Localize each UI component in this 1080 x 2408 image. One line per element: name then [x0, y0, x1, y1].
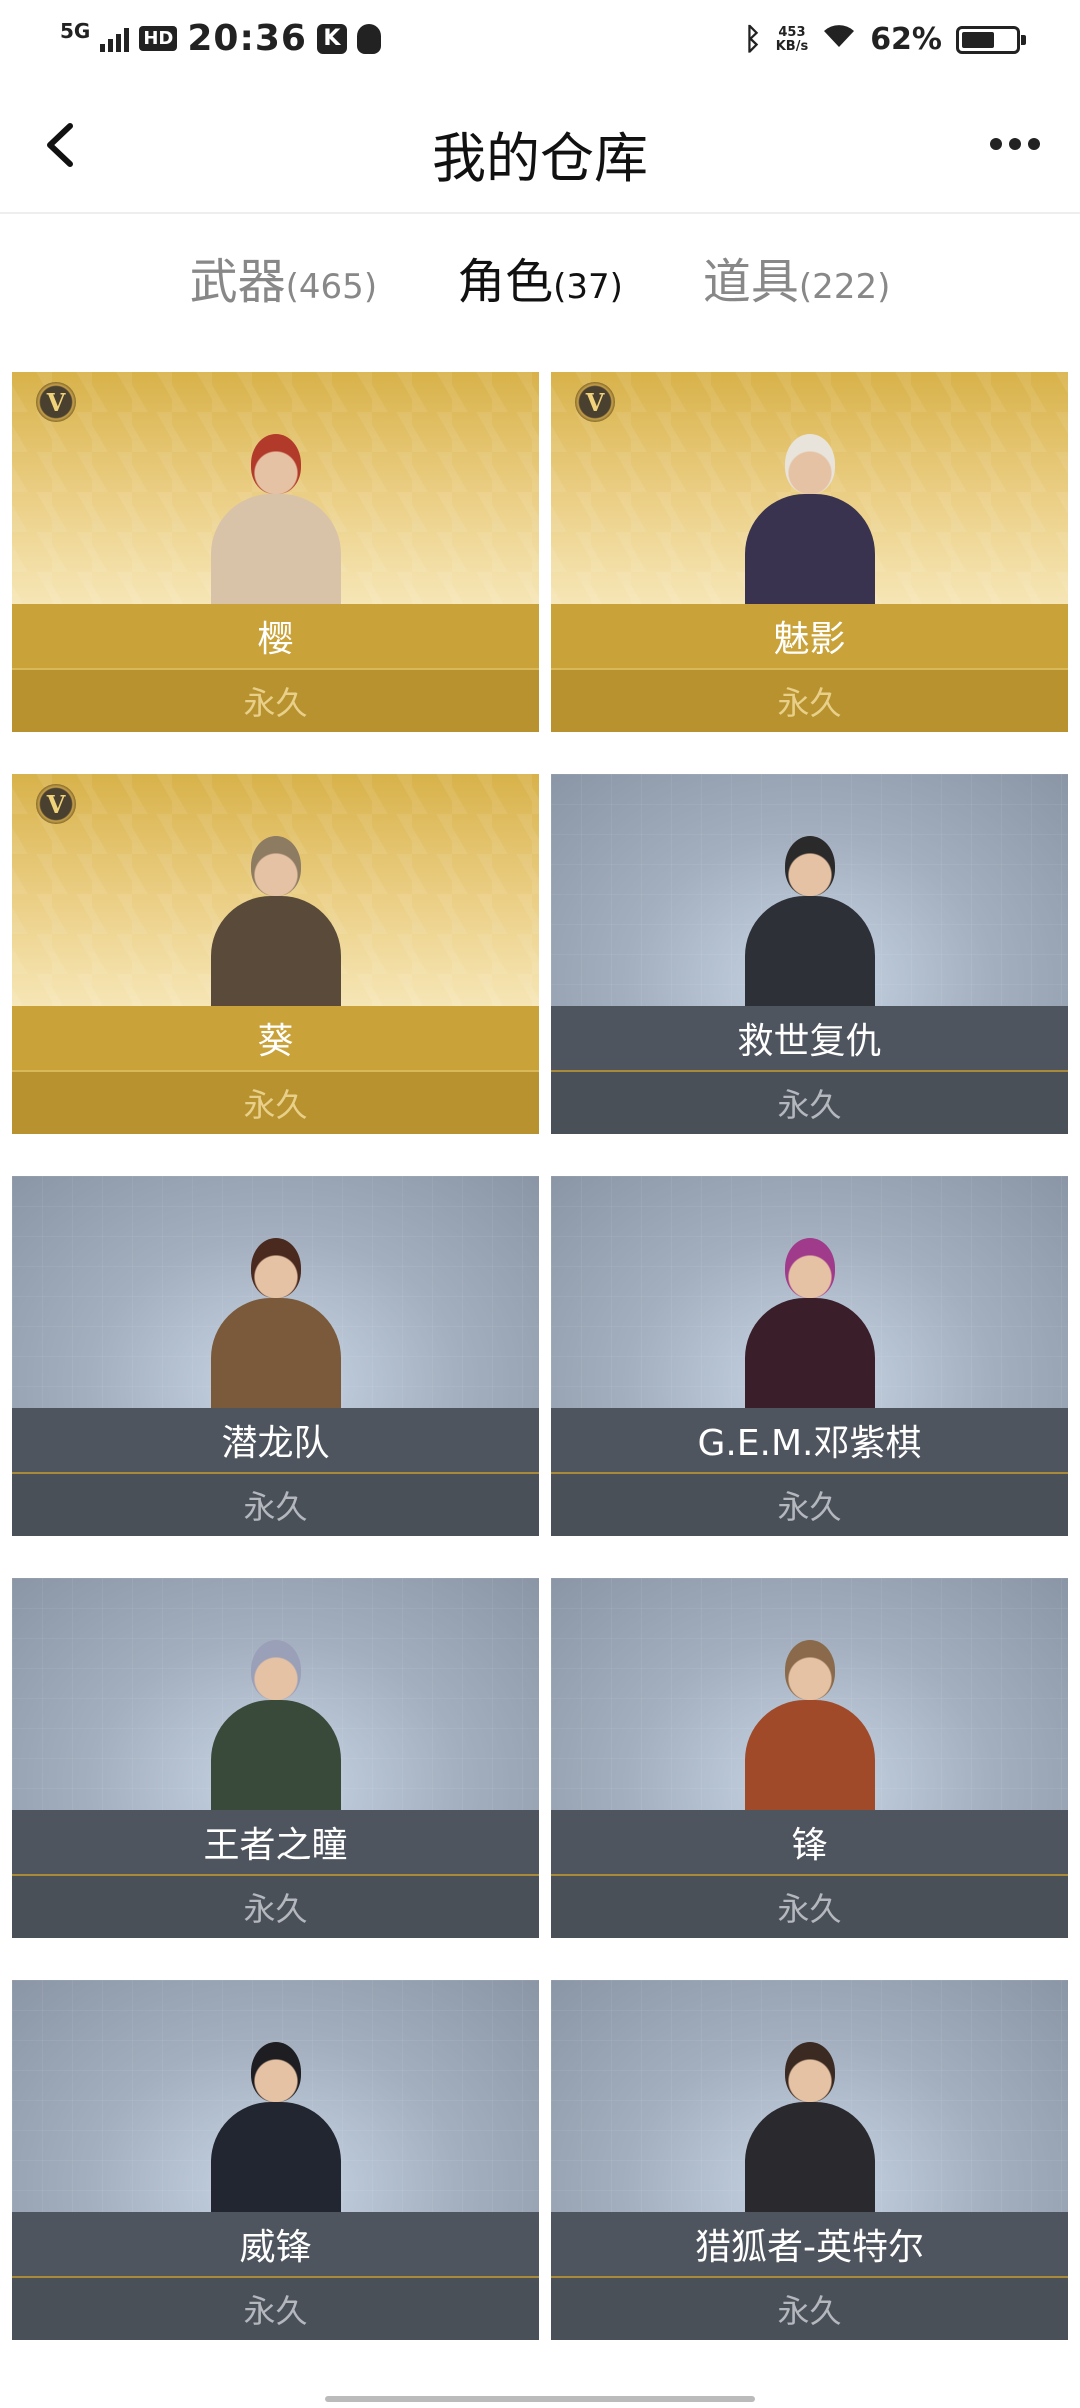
character-card[interactable]: 王者之瞳 永久 [12, 1578, 539, 1938]
character-duration: 永久 [551, 1874, 1068, 1938]
character-card[interactable]: V 葵永久 [12, 774, 539, 1134]
character-name: 威锋 [12, 2212, 539, 2276]
character-card[interactable]: G.E.M.邓紫棋 永久 [551, 1176, 1068, 1536]
battery-percent: 62% [870, 22, 942, 57]
character-card[interactable]: 威锋 永久 [12, 1980, 539, 2340]
character-figure [210, 1620, 341, 1810]
app-header: 我的仓库 [0, 80, 1080, 214]
character-name: 魅影 [551, 604, 1068, 668]
tab-count: (222) [798, 267, 891, 307]
qq-penguin-icon [356, 23, 381, 54]
status-time: 20:36 [187, 18, 307, 59]
tab-label: 武器 [189, 254, 286, 310]
k-app-icon: K [316, 23, 347, 54]
character-name: 猎狐者-英特尔 [551, 2212, 1068, 2276]
character-duration: 永久 [12, 2276, 539, 2340]
character-portrait [551, 1176, 1068, 1408]
character-name: 锋 [551, 1810, 1068, 1874]
speed-unit: KB/s [775, 38, 809, 54]
tab-1[interactable]: 角色 (37) [457, 242, 623, 312]
character-figure [210, 414, 341, 604]
network-type: 5G [60, 18, 91, 43]
character-duration: 永久 [551, 2276, 1068, 2340]
character-card[interactable]: V 樱永久 [12, 372, 539, 732]
character-card[interactable]: 救世复仇 永久 [551, 774, 1068, 1134]
character-name: 王者之瞳 [12, 1810, 539, 1874]
more-options-button[interactable] [990, 138, 1040, 150]
character-duration: 永久 [551, 1070, 1068, 1134]
character-portrait [12, 1176, 539, 1408]
character-duration: 永久 [12, 668, 539, 732]
character-portrait [12, 1578, 539, 1810]
character-duration: 永久 [551, 1472, 1068, 1536]
more-dots-icon [990, 138, 1002, 150]
character-figure [744, 414, 875, 604]
character-card[interactable]: 锋永久 [551, 1578, 1068, 1938]
speed-value: 453 [778, 24, 806, 40]
character-figure [744, 1620, 875, 1810]
character-portrait: V [12, 372, 539, 604]
home-indicator[interactable] [325, 2396, 755, 2402]
battery-icon [956, 25, 1026, 54]
category-tabs: 武器 (465) 角色 (37) 道具 (222) [0, 214, 1080, 340]
tab-count: (465) [285, 267, 378, 307]
character-portrait: V [551, 372, 1068, 604]
character-figure [744, 816, 875, 1006]
character-card[interactable]: 猎狐者-英特尔 永久 [551, 1980, 1068, 2340]
character-figure [744, 2022, 875, 2212]
character-portrait [551, 1578, 1068, 1810]
hd-badge: HD [139, 26, 178, 51]
status-bar: 5G HD 20:36 K ᛒ 453 KB/s 62% [0, 0, 1080, 80]
page-title: 我的仓库 [432, 127, 648, 190]
vip-badge-icon: V [36, 382, 76, 422]
character-name: 潜龙队 [12, 1408, 539, 1472]
character-name: 葵 [12, 1006, 539, 1070]
character-portrait [551, 774, 1068, 1006]
character-duration: 永久 [12, 1472, 539, 1536]
tab-label: 道具 [702, 254, 799, 310]
character-portrait [551, 1980, 1068, 2212]
tab-label: 角色 [457, 254, 554, 310]
character-name: 樱 [12, 604, 539, 668]
character-card[interactable]: 潜龙队 永久 [12, 1176, 539, 1536]
vip-badge-icon: V [575, 382, 615, 422]
wifi-icon [822, 22, 856, 57]
character-name: G.E.M.邓紫棋 [551, 1408, 1068, 1472]
tab-count: (37) [553, 267, 623, 307]
character-figure [744, 1218, 875, 1408]
character-duration: 永久 [12, 1874, 539, 1938]
character-duration: 永久 [12, 1070, 539, 1134]
bluetooth-icon: ᛒ [743, 22, 762, 57]
vip-badge-icon: V [36, 784, 76, 824]
character-figure [210, 2022, 341, 2212]
character-card[interactable]: V 魅影 永久 [551, 372, 1068, 732]
character-figure [210, 1218, 341, 1408]
character-figure [210, 816, 341, 1006]
signal-icon [100, 26, 130, 52]
network-speed: 453 KB/s [775, 24, 809, 54]
character-grid: V 樱永久 V 魅影 永久 V 葵永久 救世复仇 永久 潜龙队 永久 G.E.M.邓紫棋 永久 王者之瞳永… [12, 372, 1068, 2340]
character-portrait [12, 1980, 539, 2212]
character-name: 救世复仇 [551, 1006, 1068, 1070]
character-portrait: V [12, 774, 539, 1006]
tab-0[interactable]: 武器 (465) [190, 242, 377, 312]
tab-2[interactable]: 道具 (222) [703, 242, 890, 312]
character-duration: 永久 [551, 668, 1068, 732]
